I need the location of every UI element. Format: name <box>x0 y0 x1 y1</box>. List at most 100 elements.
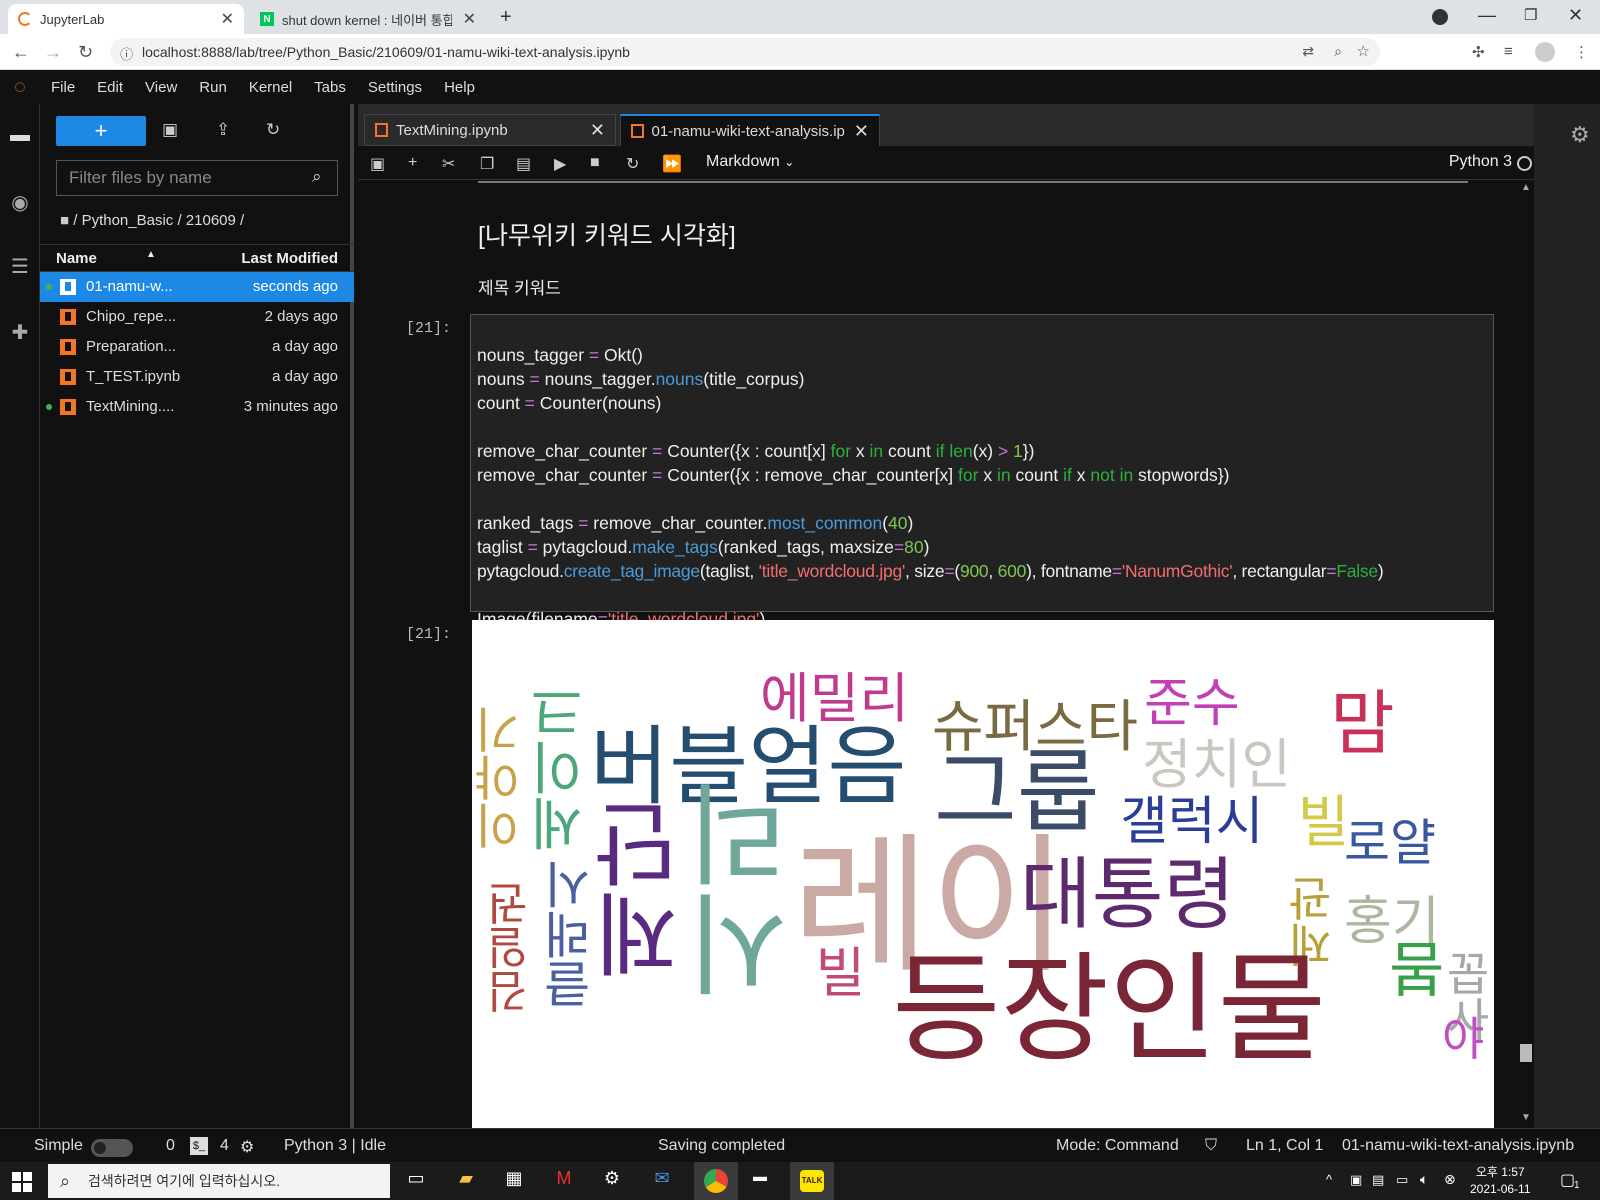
extensions-icon[interactable]: ✣ <box>1472 43 1485 61</box>
code-editor[interactable]: nouns_tagger = Okt() nouns = nouns_tagge… <box>477 319 1384 631</box>
browser-tab-naver[interactable]: N shut down kernel : 네이버 통합 ✕ <box>250 4 486 34</box>
tab-search-icon[interactable] <box>1432 9 1448 25</box>
menu-tabs[interactable]: Tabs <box>303 79 357 96</box>
property-inspector-icon[interactable]: ⚙ <box>1570 122 1590 148</box>
run-all-icon[interactable]: ⏩ <box>662 154 682 174</box>
paste-icon[interactable]: ▤ <box>516 154 531 174</box>
bookmark-star-icon[interactable]: ☆ <box>1357 42 1370 60</box>
terminal-app-icon[interactable]: ▬ <box>746 1168 774 1194</box>
scroll-down-icon[interactable]: ▼ <box>1521 1112 1531 1123</box>
chrome-taskbar-button[interactable] <box>694 1162 738 1200</box>
notebook-icon <box>60 369 76 385</box>
close-icon[interactable]: ✕ <box>854 121 869 142</box>
column-name[interactable]: Name <box>56 250 97 267</box>
store-icon[interactable]: ▦ <box>500 1168 528 1194</box>
tab-namu-wiki[interactable]: 01-namu-wiki-text-analysis.ip ✕ <box>620 114 880 146</box>
translate-icon[interactable]: ⇄ <box>1302 43 1314 60</box>
kernel-chip-icon[interactable]: ⚙ <box>240 1137 254 1157</box>
file-row[interactable]: T_TEST.ipynb a day ago <box>40 362 354 392</box>
profile-avatar[interactable] <box>1535 42 1555 62</box>
stop-icon[interactable]: ■ <box>590 154 600 172</box>
restore-icon[interactable]: ❐ <box>1524 6 1537 24</box>
reload-icon[interactable]: ↻ <box>78 42 93 63</box>
code-cell[interactable]: nouns_tagger = Okt() nouns = nouns_tagge… <box>470 314 1494 629</box>
notebook-scrollbar[interactable]: ▲ ▼ <box>1518 180 1534 1128</box>
file-filter-input[interactable]: Filter files by name <box>56 160 338 196</box>
trust-shield-icon[interactable]: ⛉ <box>1205 1137 1217 1155</box>
menu-settings[interactable]: Settings <box>357 79 433 96</box>
menu-edit[interactable]: Edit <box>86 79 134 96</box>
menu-help[interactable]: Help <box>433 79 486 96</box>
menu-kernel[interactable]: Kernel <box>238 79 303 96</box>
kernel-status[interactable]: Python 3 | Idle <box>284 1137 386 1155</box>
browser-tab-jupyterlab[interactable]: JupyterLab ✕ <box>8 4 244 34</box>
column-last-modified[interactable]: Last Modified <box>241 250 338 267</box>
menu-run[interactable]: Run <box>188 79 238 96</box>
menu-view[interactable]: View <box>134 79 188 96</box>
media-icon[interactable]: ≡ <box>1504 43 1513 60</box>
cut-icon[interactable]: ✂ <box>442 154 455 174</box>
notebook-panel[interactable]: [나무위키 키워드 시각화] 제목 키워드 [21]: nouns_tagger… <box>358 180 1518 1128</box>
kernel-count[interactable]: 4 <box>220 1137 229 1155</box>
copy-icon[interactable]: ❐ <box>480 154 494 174</box>
terminal-icon[interactable]: $_ <box>190 1137 208 1155</box>
notification-icon[interactable]: ▢ <box>1560 1170 1575 1190</box>
task-view-icon[interactable]: ▭ <box>402 1168 430 1194</box>
tray-chevron-icon[interactable]: ^ <box>1326 1172 1332 1187</box>
volume-icon[interactable]: 🔈︎ <box>1420 1171 1428 1188</box>
mail-icon[interactable]: ✉ <box>648 1168 676 1194</box>
windows-start-icon[interactable] <box>12 1172 32 1192</box>
file-row[interactable]: 01-namu-w... seconds ago <box>40 272 354 302</box>
tray-app-icon[interactable]: ▤ <box>1372 1172 1384 1188</box>
forward-icon[interactable]: → <box>44 42 62 63</box>
taskbar-clock[interactable]: 오후 1:57 2021-06-11 <box>1470 1164 1531 1198</box>
mcafee-icon[interactable]: M <box>550 1168 578 1194</box>
minimize-icon[interactable]: — <box>1478 5 1496 26</box>
new-tab-icon[interactable]: + <box>500 6 512 29</box>
taskbar-search-input[interactable]: ⌕ 검색하려면 여기에 입력하십시오. <box>48 1164 390 1198</box>
ime-icon[interactable]: ⊗ <box>1444 1171 1456 1188</box>
more-icon[interactable]: ⋮ <box>1574 43 1589 61</box>
file-row[interactable]: TextMining.... 3 minutes ago <box>40 392 354 422</box>
file-row[interactable]: Chipo_repe... 2 days ago <box>40 302 354 332</box>
extension-manager-icon[interactable]: ✚ <box>8 320 32 344</box>
back-icon[interactable]: ← <box>12 42 30 63</box>
scroll-thumb[interactable] <box>1520 1044 1532 1062</box>
table-of-contents-icon[interactable]: ☰ <box>8 254 32 278</box>
close-icon[interactable]: ✕ <box>463 9 476 29</box>
run-icon[interactable]: ▶ <box>554 154 566 174</box>
network-icon[interactable]: ▭ <box>1396 1172 1408 1188</box>
menu-file[interactable]: File <box>40 79 86 96</box>
file-row[interactable]: Preparation... a day ago <box>40 332 354 362</box>
new-launcher-button[interactable]: + <box>56 116 146 146</box>
breadcrumb-path[interactable]: / Python_Basic / 210609 / <box>73 212 244 229</box>
tray-app-icon[interactable]: ▣ <box>1350 1172 1362 1188</box>
sort-asc-icon[interactable]: ▲ <box>146 249 156 260</box>
file-name: TextMining.... <box>86 398 175 415</box>
running-icon[interactable]: ◉ <box>8 190 32 214</box>
info-icon[interactable]: ⓘ <box>120 44 133 63</box>
upload-icon[interactable]: ⇪ <box>216 120 230 140</box>
insert-cell-icon[interactable]: + <box>408 154 417 172</box>
terminal-count[interactable]: 0 <box>166 1137 175 1155</box>
simple-mode-toggle[interactable] <box>91 1139 133 1157</box>
folder-icon[interactable]: ▬ <box>8 124 32 148</box>
url-field[interactable]: ⓘ localhost:8888/lab/tree/Python_Basic/2… <box>110 38 1380 66</box>
restart-icon[interactable]: ↻ <box>626 154 639 174</box>
new-folder-icon[interactable]: ▣ <box>162 120 178 140</box>
close-icon[interactable]: ✕ <box>590 120 605 141</box>
refresh-icon[interactable]: ↻ <box>266 120 280 140</box>
kakaotalk-taskbar-button[interactable]: TALK <box>790 1162 834 1200</box>
scroll-up-icon[interactable]: ▲ <box>1521 182 1531 193</box>
zoom-icon[interactable]: ⌕ <box>1334 43 1342 60</box>
kernel-name[interactable]: Python 3 <box>1449 153 1512 171</box>
settings-gear-icon[interactable]: ⚙ <box>598 1168 626 1194</box>
cell-type-select[interactable]: Markdown ⌄ <box>706 153 794 171</box>
close-icon[interactable]: ✕ <box>221 9 234 29</box>
tab-textmining[interactable]: TextMining.ipynb ✕ <box>364 114 616 146</box>
cursor-position[interactable]: Ln 1, Col 1 <box>1246 1137 1323 1155</box>
window-close-icon[interactable]: ✕ <box>1568 5 1583 26</box>
file-explorer-icon[interactable]: ▰ <box>452 1168 480 1194</box>
folder-icon[interactable]: ■ <box>60 212 69 229</box>
save-icon[interactable]: ▣ <box>370 154 385 174</box>
